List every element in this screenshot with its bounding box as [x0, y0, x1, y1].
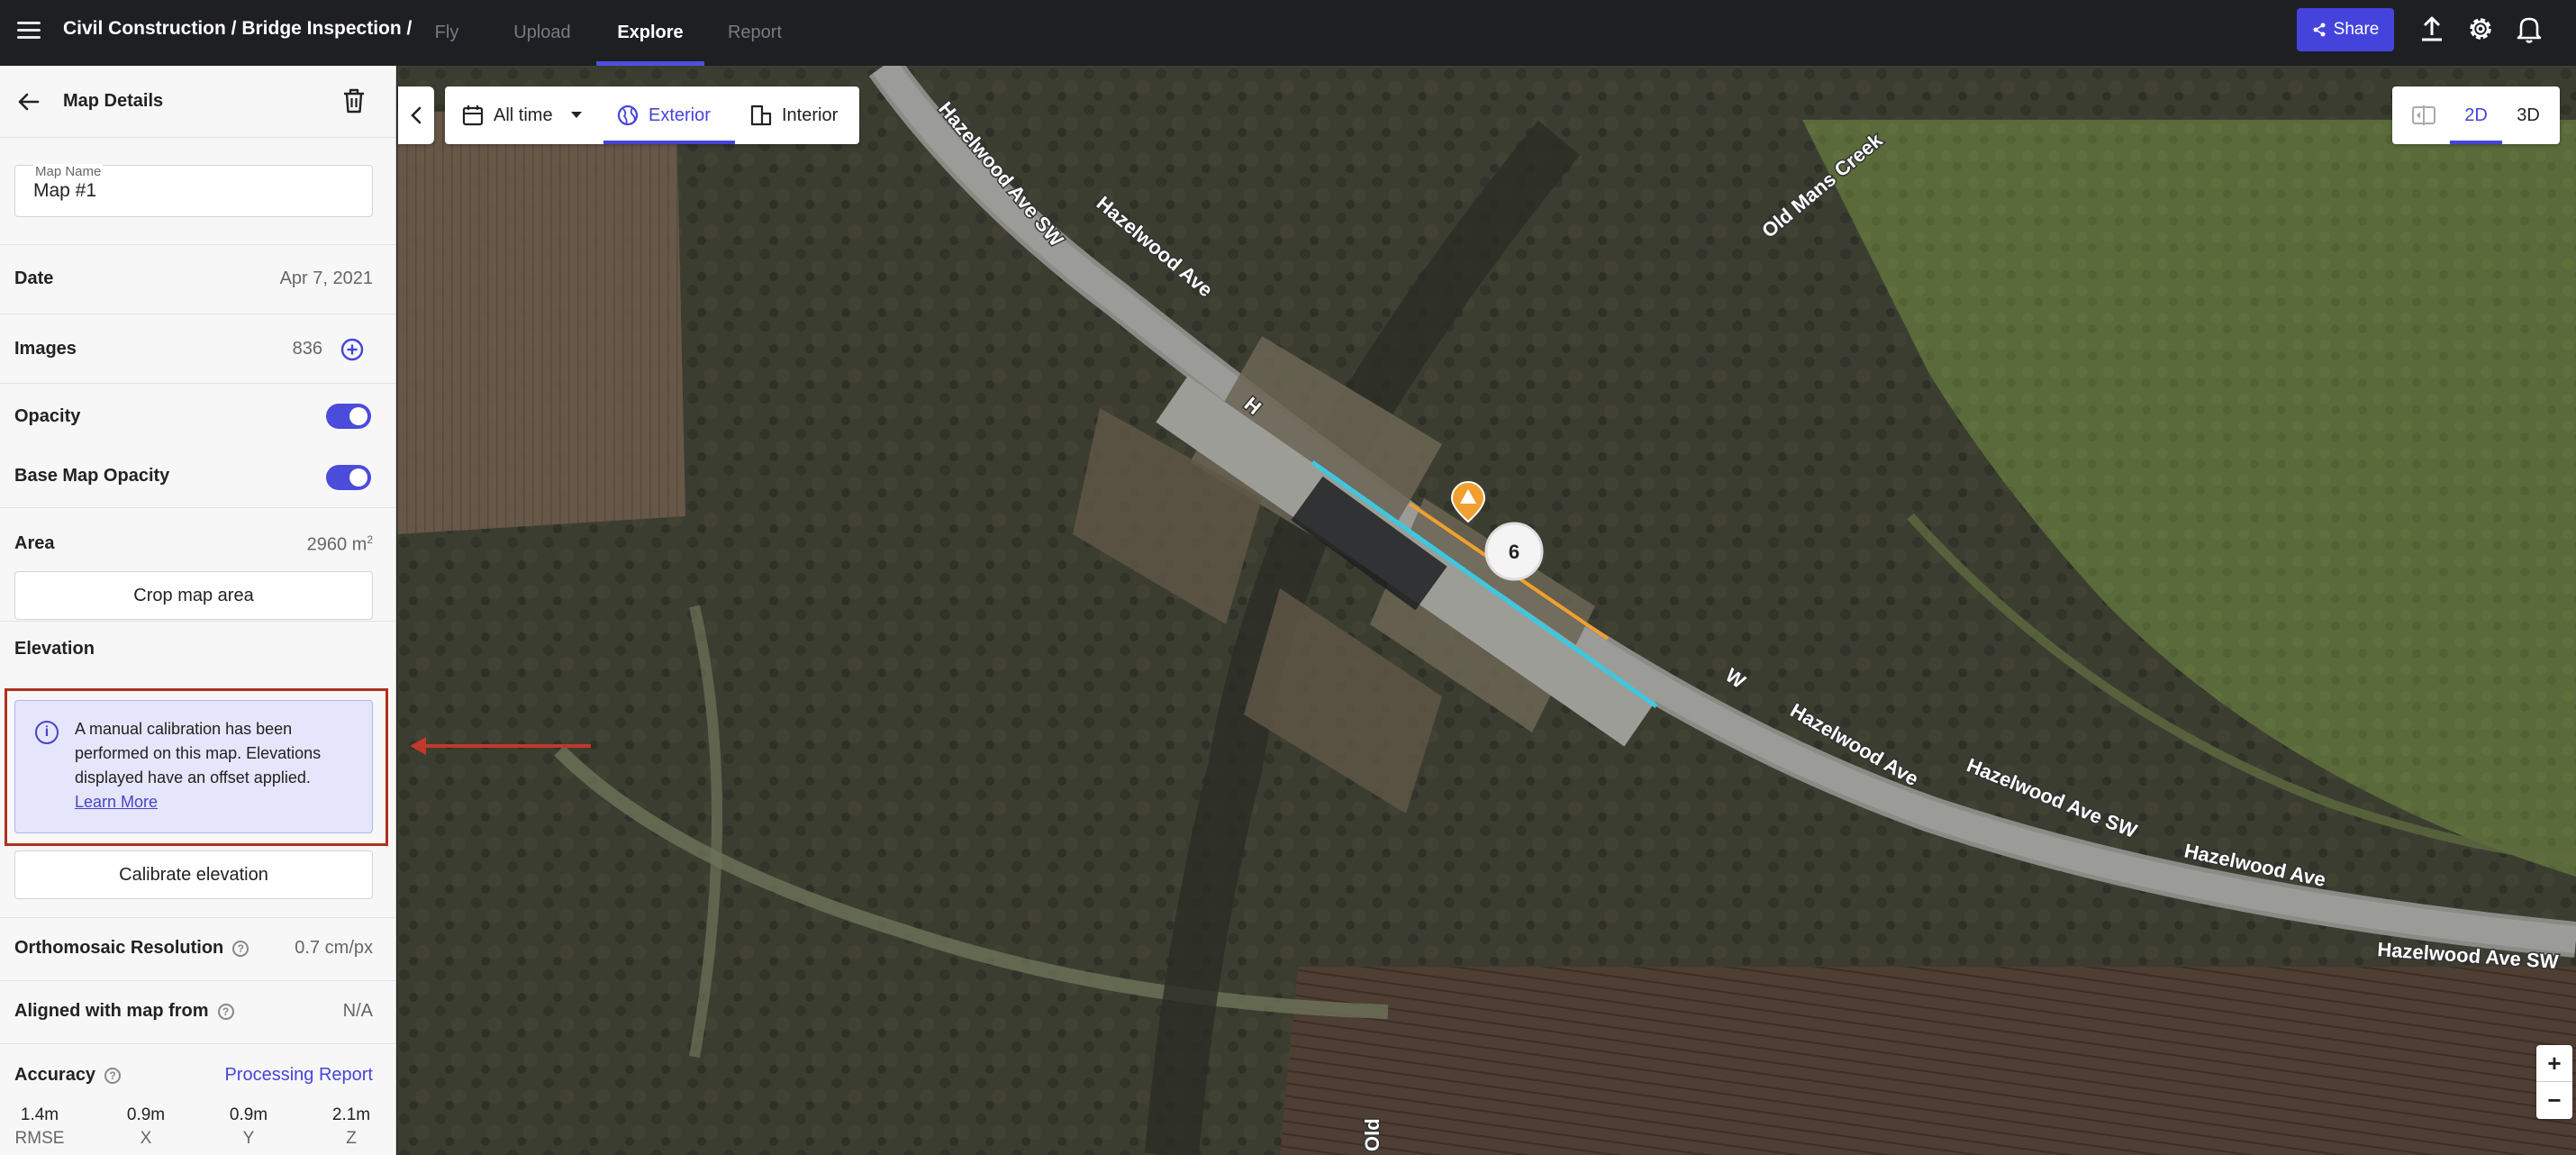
opacity-label: Opacity [14, 406, 81, 426]
images-label: Images [14, 339, 77, 359]
date-row: Date Apr 7, 2021 [0, 244, 395, 314]
info-icon: i [35, 721, 59, 744]
accuracy-metric-label: Y [242, 1129, 255, 1148]
crop-map-area-button[interactable]: Crop map area [14, 571, 373, 620]
calibrate-elevation-button[interactable]: Calibrate elevation [14, 850, 373, 899]
date-value: Apr 7, 2021 [279, 268, 373, 288]
learn-more-link[interactable]: Learn More [75, 790, 354, 814]
accuracy-y: 0.9m Y [213, 1105, 285, 1149]
menu-icon[interactable] [14, 16, 43, 45]
elevation-label: Elevation [14, 639, 95, 659]
ortho-resolution-label: Orthomosaic Resolution? [14, 938, 249, 959]
share-icon [2313, 23, 2326, 37]
tab-upload[interactable]: Upload [504, 0, 580, 66]
base-map-opacity-label: Base Map Opacity [14, 466, 170, 486]
back-arrow-icon[interactable] [14, 87, 43, 116]
gear-icon[interactable] [2465, 14, 2496, 44]
tab-report[interactable]: Report [721, 0, 789, 66]
view-3d-button[interactable]: 3D [2502, 86, 2554, 144]
ortho-resolution-row: Orthomosaic Resolution? 0.7 cm/px [0, 917, 395, 980]
help-icon[interactable]: ? [232, 940, 249, 957]
map-details-panel: Map Details Map Name Date Apr 7, 2021 Im… [0, 66, 396, 1155]
chevron-left-icon [411, 106, 422, 124]
exterior-label: Exterior [649, 105, 711, 125]
opacity-toggle[interactable] [326, 404, 371, 429]
aligned-row: Aligned with map from? N/A [0, 980, 395, 1043]
accuracy-metric-label: RMSE [14, 1129, 65, 1148]
trash-icon[interactable] [339, 86, 369, 116]
aerial-imagery: Hazelwood Ave SW Hazelwood Ave H W Hazel… [397, 66, 2576, 1155]
accuracy-value: 0.9m [126, 1105, 166, 1124]
accuracy-value: 2.1m [331, 1105, 371, 1124]
map-name-input[interactable] [33, 180, 358, 202]
accuracy-label: Accuracy? [14, 1065, 122, 1086]
accuracy-metric-label: Z [346, 1129, 357, 1148]
map-name-label: Map Name [33, 164, 104, 179]
help-icon[interactable]: ? [104, 1067, 122, 1084]
plus-circle-icon[interactable] [340, 337, 365, 362]
calibration-notice-text: A manual calibration has been performed … [75, 717, 354, 814]
area-number: 2960 m [306, 534, 367, 555]
tab-interior[interactable]: Interior [749, 86, 838, 144]
panel-title: Map Details [63, 91, 164, 111]
map-viewport[interactable]: Hazelwood Ave SW Hazelwood Ave H W Hazel… [397, 66, 2576, 1155]
top-bar: Civil Construction / Bridge Inspection /… [0, 0, 2576, 66]
processing-report-link[interactable]: Processing Report [224, 1065, 373, 1086]
accuracy-value: 0.9m [229, 1105, 268, 1124]
share-label: Share [2333, 20, 2380, 39]
filter-bar: All time Exterior Interior [445, 86, 859, 144]
view-mode-bar: 2D 3D [2392, 86, 2560, 144]
aligned-label: Aligned with map from? [14, 1001, 234, 1022]
road-label: Old [1361, 1118, 1383, 1151]
breadcrumb[interactable]: Civil Construction / Bridge Inspection / [63, 18, 412, 40]
ortho-resolution-value: 0.7 cm/px [295, 938, 373, 958]
help-icon[interactable]: ? [217, 1003, 234, 1020]
base-map-opacity-row: Base Map Opacity [0, 446, 395, 507]
area-unit-sup: 2 [367, 533, 373, 546]
zoom-control: + − [2536, 1045, 2572, 1119]
collapse-panel-button[interactable] [398, 86, 434, 144]
tab-explore[interactable]: Explore [596, 0, 704, 66]
map-name-field[interactable]: Map Name [14, 164, 373, 217]
zoom-out-button[interactable]: − [2536, 1082, 2572, 1119]
cluster-count: 6 [1509, 541, 1519, 563]
base-map-opacity-toggle[interactable] [326, 465, 371, 490]
breadcrumb-text[interactable]: Civil Construction / Bridge Inspection / [63, 18, 412, 39]
area-label: Area [14, 533, 55, 553]
time-filter-dropdown[interactable]: All time [461, 86, 584, 144]
date-label: Date [14, 268, 54, 288]
area-row: Area 2960 m2 Crop map area [0, 507, 395, 621]
area-value: 2960 m2 [307, 533, 373, 556]
view-2d-button[interactable]: 2D [2450, 86, 2502, 144]
tab-exterior[interactable]: Exterior [603, 86, 735, 144]
aligned-value: N/A [342, 1001, 373, 1021]
accuracy-section: Accuracy? Processing Report 1.4m RMSE 0.9… [0, 1043, 395, 1155]
accuracy-metric-label: X [140, 1129, 152, 1148]
accuracy-z: 2.1m Z [315, 1105, 387, 1149]
opacity-row: Opacity [0, 383, 395, 446]
accuracy-x: 0.9m X [110, 1105, 182, 1149]
tab-fly[interactable]: Fly [423, 0, 470, 66]
time-filter-label: All time [494, 105, 553, 125]
images-count: 836 [292, 339, 322, 359]
accuracy-value: 1.4m [20, 1105, 59, 1124]
notice-text: A manual calibration has been performed … [75, 720, 322, 787]
images-row: Images 836 [0, 314, 395, 383]
upload-icon[interactable] [2417, 14, 2447, 44]
globe-icon [617, 105, 639, 126]
interior-label: Interior [782, 105, 839, 125]
accuracy-rmse: 1.4m RMSE [4, 1105, 76, 1149]
panel-header: Map Details [0, 66, 395, 138]
compare-button[interactable] [2398, 86, 2450, 144]
caret-down-icon [570, 112, 582, 118]
calibration-notice: i A manual calibration has been performe… [14, 700, 373, 833]
compare-icon [2412, 105, 2435, 125]
bell-icon[interactable] [2514, 14, 2544, 44]
share-button[interactable]: Share [2297, 8, 2394, 51]
calendar-icon [462, 105, 484, 126]
building-icon [750, 105, 772, 126]
zoom-in-button[interactable]: + [2536, 1045, 2572, 1082]
